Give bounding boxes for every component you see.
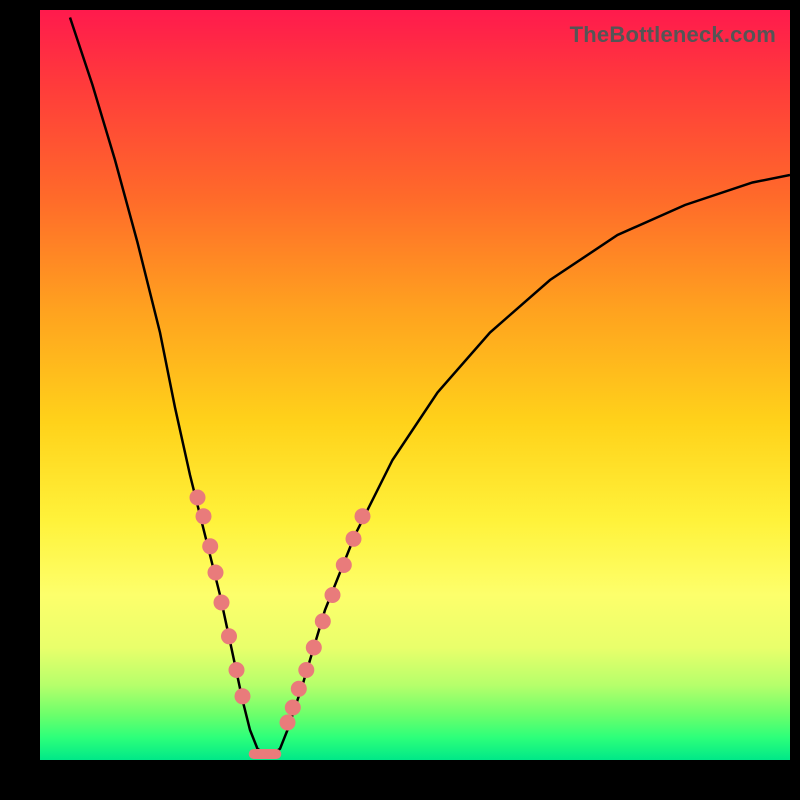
data-marker — [235, 688, 251, 704]
data-marker — [229, 662, 245, 678]
data-marker — [298, 662, 314, 678]
data-marker — [280, 715, 296, 731]
data-marker — [291, 681, 307, 697]
bottleneck-curve — [70, 18, 790, 755]
data-marker — [355, 508, 371, 524]
data-marker — [285, 700, 301, 716]
plot-area: TheBottleneck.com — [40, 10, 790, 760]
data-marker — [196, 508, 212, 524]
data-marker — [214, 595, 230, 611]
data-marker — [336, 557, 352, 573]
data-marker — [221, 628, 237, 644]
data-marker — [190, 490, 206, 506]
data-markers — [190, 490, 371, 731]
data-marker — [325, 587, 341, 603]
data-marker — [346, 531, 362, 547]
data-marker — [202, 538, 218, 554]
data-marker — [306, 640, 322, 656]
chart-frame: TheBottleneck.com — [0, 0, 800, 800]
data-marker — [315, 613, 331, 629]
data-marker — [208, 565, 224, 581]
chart-overlay — [40, 10, 790, 760]
